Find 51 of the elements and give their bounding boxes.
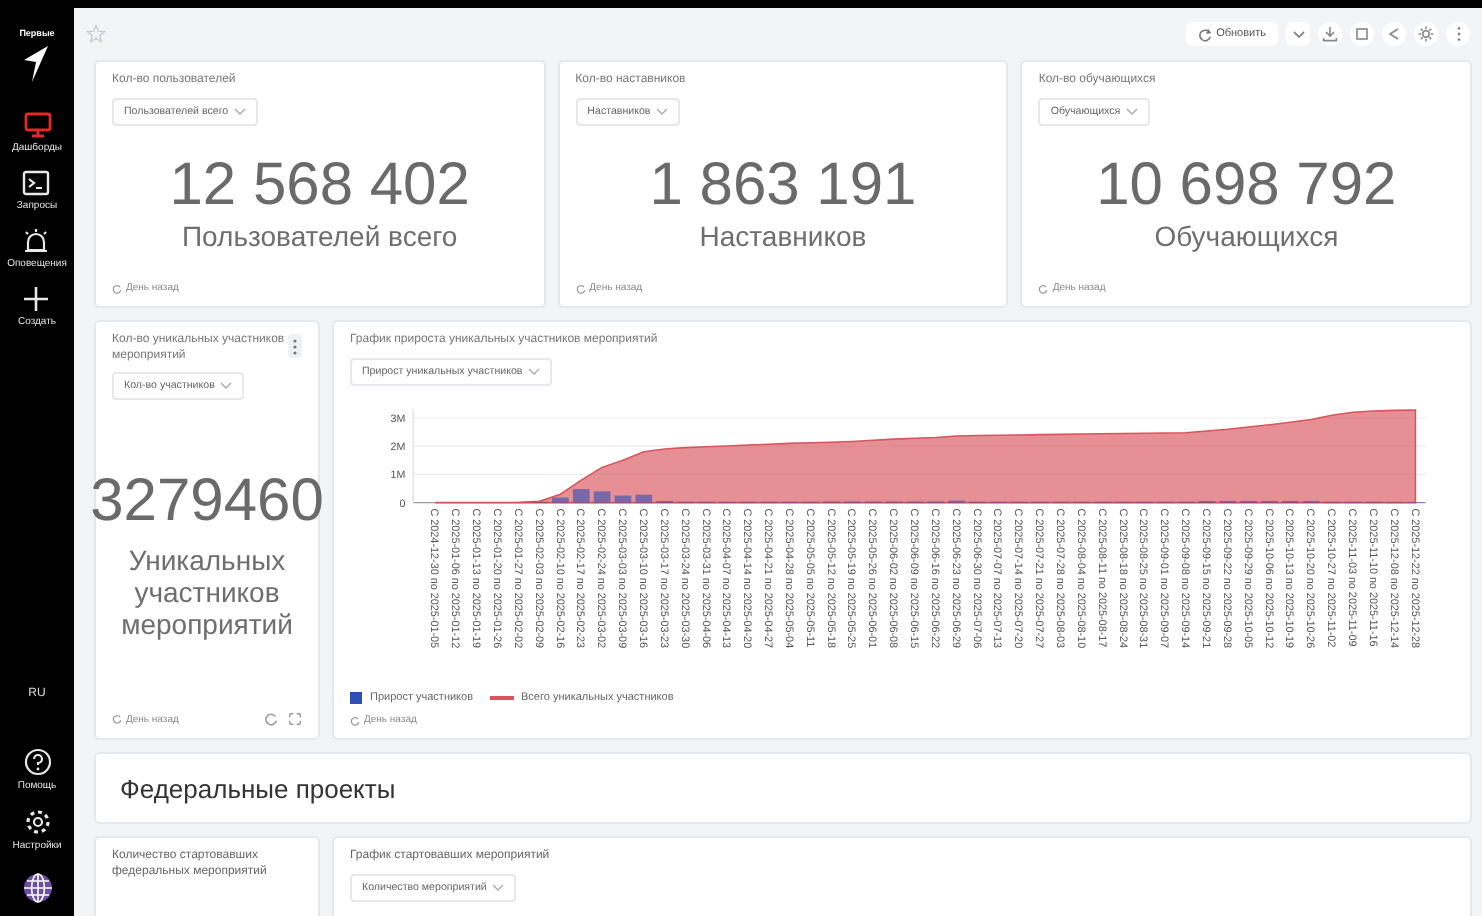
caret-icon xyxy=(656,107,669,115)
settings-icon xyxy=(1418,26,1434,42)
caret-icon xyxy=(1126,107,1139,115)
more-button[interactable] xyxy=(287,334,302,358)
globe-icon[interactable] xyxy=(21,872,53,904)
alarm-icon xyxy=(22,228,51,254)
caret-icon xyxy=(492,883,505,891)
caret-icon xyxy=(1291,29,1305,39)
bar xyxy=(635,493,653,502)
download-button[interactable] xyxy=(1318,22,1342,46)
refresh-icon xyxy=(1038,283,1049,293)
more-icon xyxy=(1455,26,1461,42)
refresh-icon xyxy=(1198,27,1213,41)
refresh-icon xyxy=(112,714,122,724)
refresh-icon xyxy=(112,283,122,293)
plus-icon xyxy=(22,286,51,312)
more-icon xyxy=(291,337,298,355)
stat-value: 1 863 191 xyxy=(649,155,917,216)
stat-caption: Уникальных участников мероприятий xyxy=(119,543,295,641)
share-button[interactable] xyxy=(1382,22,1406,46)
caret-button[interactable] xyxy=(1286,22,1310,46)
stat-caption: Пользователей всего xyxy=(181,219,458,252)
bar xyxy=(614,494,632,502)
bar xyxy=(572,488,590,502)
stat-value: 3279460 xyxy=(90,471,324,532)
download-icon xyxy=(1322,26,1338,42)
star-icon[interactable] xyxy=(86,24,106,44)
terminal-icon xyxy=(22,170,51,196)
section-title: Федеральные проекты xyxy=(120,773,396,803)
expand-icon[interactable] xyxy=(288,712,302,726)
share-icon xyxy=(1386,26,1402,42)
stat-value: 10 698 792 xyxy=(1096,155,1397,216)
bar xyxy=(552,496,569,502)
refresh-icon[interactable] xyxy=(264,712,278,726)
settings-icon xyxy=(23,808,51,836)
fullscreen-button[interactable] xyxy=(1350,22,1374,46)
help-icon xyxy=(23,748,51,776)
arrow-logo-icon xyxy=(22,44,51,84)
refresh-icon xyxy=(575,283,586,293)
caret-icon xyxy=(528,367,541,375)
settings-button[interactable] xyxy=(1414,22,1438,46)
monitor-icon xyxy=(23,112,51,138)
refresh-icon xyxy=(350,715,360,725)
stat-caption: Наставников xyxy=(699,219,867,252)
more-button[interactable] xyxy=(1446,22,1470,46)
bar xyxy=(593,490,611,502)
stat-value: 12 568 402 xyxy=(169,155,470,216)
caret-icon xyxy=(220,382,233,390)
square-icon xyxy=(1354,26,1370,42)
stat-caption: Обучающихся xyxy=(1154,219,1339,252)
caret-icon xyxy=(234,107,247,115)
